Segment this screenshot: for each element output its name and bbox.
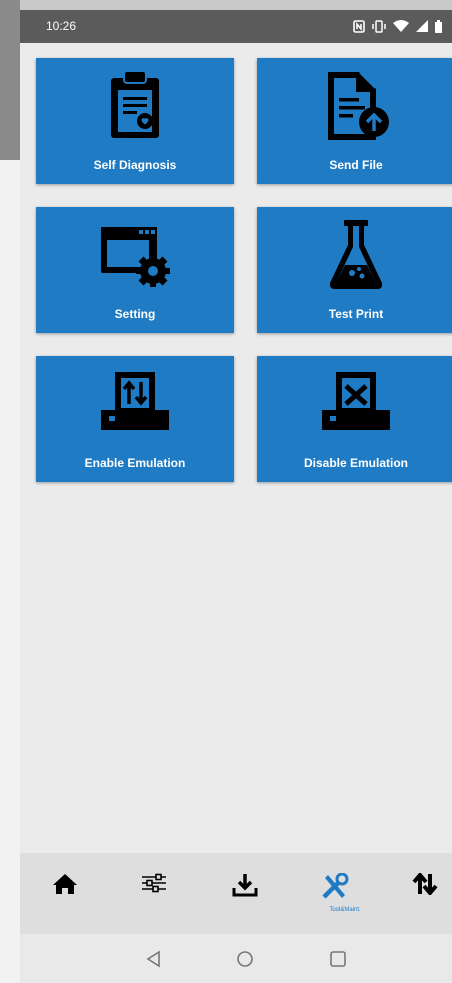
window-gear-icon xyxy=(101,227,170,287)
nav-tools[interactable] xyxy=(317,873,353,909)
disable-emulation-label: Disable Emulation xyxy=(303,456,409,470)
tools-icon xyxy=(322,873,349,899)
nav-download[interactable] xyxy=(227,873,263,909)
vibrate-icon xyxy=(372,19,386,33)
send-file-tile[interactable]: Send File xyxy=(257,58,452,184)
recents-icon[interactable] xyxy=(328,949,348,969)
download-icon xyxy=(232,874,258,897)
wifi-icon xyxy=(393,20,409,32)
signal-icon xyxy=(416,20,428,32)
background-left-shadow xyxy=(0,0,20,160)
nfc-icon xyxy=(353,19,365,33)
printer-x-icon xyxy=(322,372,390,430)
nav-tools-label: Tool&Maint. xyxy=(329,907,361,913)
home-circle-icon[interactable] xyxy=(235,949,255,969)
status-bar: 10:26 xyxy=(20,10,452,43)
document-upload-icon xyxy=(328,72,389,140)
sliders-icon xyxy=(142,873,166,893)
send-file-label: Send File xyxy=(329,158,383,172)
enable-emulation-label: Enable Emulation xyxy=(84,456,186,470)
setting-tile[interactable]: Setting xyxy=(36,207,234,333)
self-diagnosis-label: Self Diagnosis xyxy=(93,158,177,172)
enable-emulation-tile[interactable]: Enable Emulation xyxy=(36,356,234,482)
disable-emulation-tile[interactable]: Disable Emulation xyxy=(257,356,452,482)
status-time: 10:26 xyxy=(46,19,77,33)
setting-label: Setting xyxy=(114,307,156,321)
test-print-tile[interactable]: Test Print xyxy=(257,207,452,333)
nav-home[interactable] xyxy=(47,873,83,909)
flask-icon xyxy=(329,220,383,289)
back-icon[interactable] xyxy=(144,949,164,969)
nav-transfer[interactable] xyxy=(407,873,443,909)
transfer-icon xyxy=(412,873,438,895)
bottom-nav: Tool&Maint. xyxy=(20,853,452,934)
self-diagnosis-tile[interactable]: Self Diagnosis xyxy=(36,58,234,184)
battery-icon xyxy=(435,19,442,33)
nav-settings[interactable] xyxy=(136,873,172,909)
app-screen: 10:26 Self Diagnosis Send File Setting T… xyxy=(20,10,452,983)
printer-arrows-icon xyxy=(101,372,169,430)
status-icons xyxy=(353,19,442,33)
test-print-label: Test Print xyxy=(328,307,384,321)
clipboard-icon xyxy=(111,70,159,138)
home-icon xyxy=(53,874,77,894)
background-top xyxy=(0,0,452,10)
system-nav-bar xyxy=(20,934,452,983)
